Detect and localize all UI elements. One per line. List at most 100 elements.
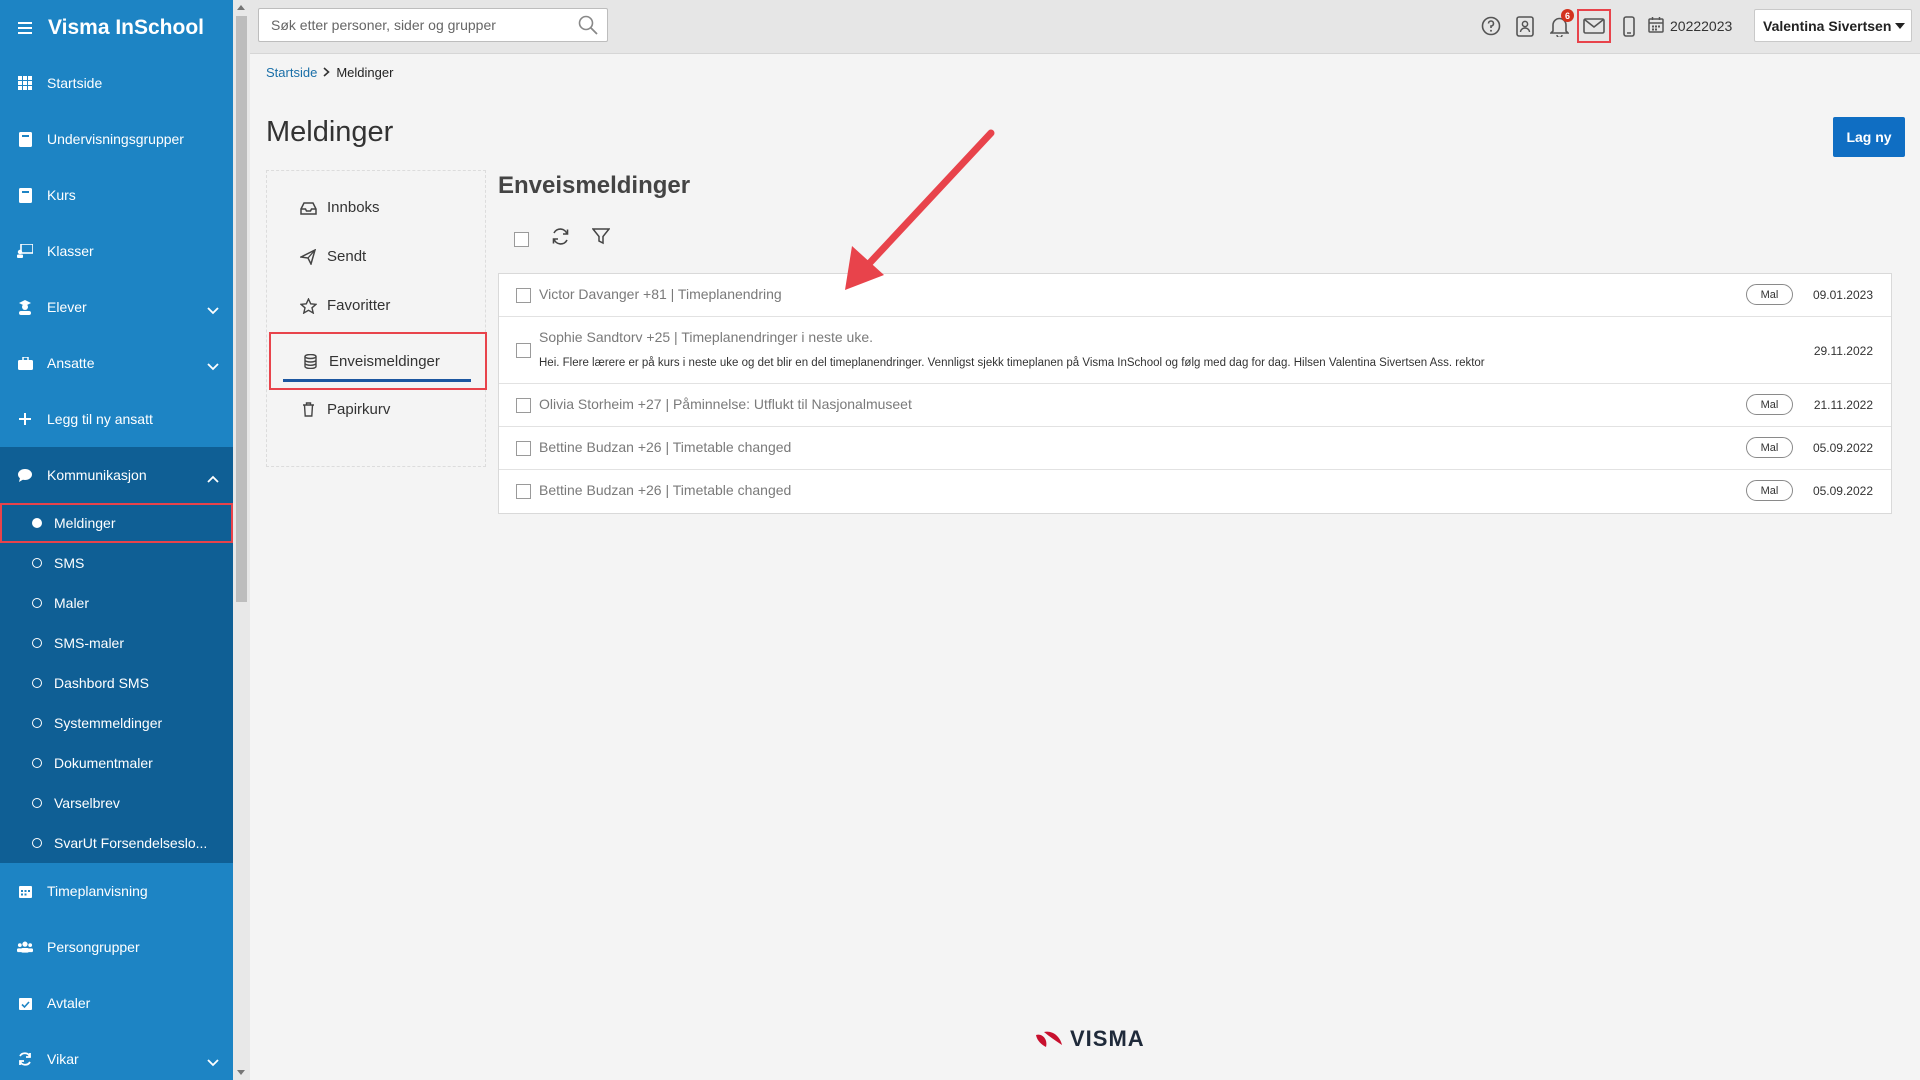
message-row[interactable]: Sophie Sandtorv +25 | Timeplanendringer … <box>499 317 1891 384</box>
select-all-checkbox[interactable] <box>514 231 529 247</box>
sidebar-subitem-label: Dokumentmaler <box>54 755 153 771</box>
sidebar-subitem-sms-maler[interactable]: SMS-maler <box>0 623 233 663</box>
sidebar-subitem-maler[interactable]: Maler <box>0 583 233 623</box>
sidebar-item-avtaler[interactable]: Avtaler <box>0 975 233 1031</box>
sidebar-item-kommunikasjon[interactable]: Kommunikasjon <box>0 447 233 503</box>
sidebar-item-klasser[interactable]: Klasser <box>0 223 233 279</box>
sidebar-item-kurs[interactable]: Kurs <box>0 167 233 223</box>
bell-icon[interactable]: 6 <box>1546 9 1574 39</box>
sidebar-item-label: Timeplanvisning <box>47 883 148 899</box>
sidebar-item-elever[interactable]: Elever <box>0 279 233 335</box>
chevron-down-icon[interactable] <box>207 302 219 318</box>
folder-sent[interactable]: Sendt <box>267 232 485 281</box>
circle-icon <box>32 838 42 848</box>
user-menu-button[interactable]: Valentina Sivertsen <box>1754 9 1912 42</box>
sidebar-subitem-varselbrev[interactable]: Varselbrev <box>0 783 233 823</box>
list-title: Enveismeldinger <box>498 172 691 199</box>
page-title: Meldinger <box>266 116 394 148</box>
mobile-icon[interactable] <box>1616 13 1642 39</box>
message-checkbox[interactable] <box>516 343 531 358</box>
filter-icon[interactable] <box>591 228 611 250</box>
search-icon[interactable] <box>578 15 598 40</box>
sidebar-subitem-dokumentmaler[interactable]: Dokumentmaler <box>0 743 233 783</box>
visma-swoosh-icon <box>1036 1031 1062 1047</box>
mail-icon[interactable] <box>1577 9 1611 43</box>
sidebar-subitem-label: SMS-maler <box>54 635 125 651</box>
book-icon <box>17 187 33 203</box>
sidebar-item-legg-til-ny-ansatt[interactable]: Legg til ny ansatt <box>0 391 233 447</box>
sidebar-item-persongrupper[interactable]: Persongrupper <box>0 919 233 975</box>
sidebar-scrollbar[interactable] <box>233 0 250 1080</box>
search-input[interactable] <box>259 9 559 41</box>
sidebar-item-label: Vikar <box>47 1051 79 1067</box>
list-toolbar <box>514 228 611 250</box>
sidebar-item-vikar[interactable]: Vikar <box>0 1031 233 1080</box>
folder-favorites[interactable]: Favoritter <box>267 281 485 330</box>
message-row[interactable]: Bettine Budzan +26 | Timetable changed M… <box>499 427 1891 470</box>
help-icon[interactable] <box>1478 13 1504 39</box>
chevron-down-icon[interactable] <box>207 1054 219 1070</box>
message-preview: Hei. Flere lærere er på kurs i neste uke… <box>539 357 1485 369</box>
scroll-up-icon[interactable] <box>237 5 245 10</box>
new-message-button[interactable]: Lag ny <box>1833 117 1905 157</box>
student-icon <box>17 299 33 315</box>
school-year-label: 20222023 <box>1670 18 1733 34</box>
sidebar-item-ansatte[interactable]: Ansatte <box>0 335 233 391</box>
folder-inbox[interactable]: Innboks <box>267 183 485 232</box>
message-row[interactable]: Bettine Budzan +26 | Timetable changed M… <box>499 470 1891 513</box>
chevron-down-icon[interactable] <box>207 358 219 374</box>
school-year-selector[interactable]: 20222023 <box>1648 16 1732 36</box>
folder-label: Papirkurv <box>327 401 391 418</box>
sidebar-item-label: Avtaler <box>47 995 91 1011</box>
message-row[interactable]: Victor Davanger +81 | Timeplanendring Ma… <box>499 274 1891 317</box>
sidebar-subitem-label: Maler <box>54 595 90 611</box>
message-list: Victor Davanger +81 | Timeplanendring Ma… <box>498 273 1892 514</box>
refresh-icon[interactable] <box>551 228 570 250</box>
sidebar-subitem-dashbord-sms[interactable]: Dashbord SMS <box>0 663 233 703</box>
sidebar-subitem-label: Meldinger <box>54 515 116 531</box>
app-title: Visma InSchool <box>48 15 204 39</box>
template-tag: Mal <box>1746 437 1793 458</box>
sidebar-item-label: Klasser <box>47 243 94 259</box>
circle-icon <box>32 798 42 808</box>
message-header: Olivia Storheim +27 | Påminnelse: Utfluk… <box>539 396 912 412</box>
breadcrumb-home-link[interactable]: Startside <box>266 65 317 80</box>
sidebar-item-label: Legg til ny ansatt <box>47 411 153 427</box>
active-dot-icon <box>32 518 42 528</box>
sidebar-subitem-meldinger[interactable]: Meldinger <box>0 503 233 543</box>
sidebar-item-label: Undervisningsgrupper <box>47 131 184 147</box>
sidebar-subitem-sms[interactable]: SMS <box>0 543 233 583</box>
book-icon <box>17 131 33 147</box>
sidebar-item-undervisningsgrupper[interactable]: Undervisningsgrupper <box>0 111 233 167</box>
database-icon <box>301 352 319 370</box>
contact-card-icon[interactable] <box>1512 13 1538 39</box>
sidebar-item-label: Elever <box>47 299 87 315</box>
menu-icon[interactable] <box>18 21 32 34</box>
sidebar-item-startside[interactable]: Startside <box>0 55 233 111</box>
sidebar-subitem-systemmeldinger[interactable]: Systemmeldinger <box>0 703 233 743</box>
scrollbar-thumb[interactable] <box>236 16 247 602</box>
message-date: 29.11.2022 <box>1813 344 1873 358</box>
sidebar-item-label: Ansatte <box>47 355 95 371</box>
circle-icon <box>32 638 42 648</box>
sidebar-item-timeplanvisning[interactable]: Timeplanvisning <box>0 863 233 919</box>
sidebar-subitem-svarut[interactable]: SvarUt Forsendelseslo... <box>0 823 233 863</box>
visma-logo: VISMA <box>1034 1026 1145 1052</box>
logo-text: VISMA <box>1070 1026 1145 1051</box>
calendar-check-icon <box>17 995 33 1011</box>
message-checkbox[interactable] <box>516 288 531 303</box>
circle-icon <box>32 558 42 568</box>
message-header: Victor Davanger +81 | Timeplanendring <box>539 286 782 302</box>
message-checkbox[interactable] <box>516 441 531 456</box>
message-checkbox[interactable] <box>516 398 531 413</box>
scroll-down-icon[interactable] <box>237 1070 245 1075</box>
breadcrumb: Startside Meldinger <box>266 65 393 80</box>
chevron-up-icon[interactable] <box>207 470 219 486</box>
calendar-icon <box>1648 16 1664 36</box>
template-tag: Mal <box>1746 394 1793 415</box>
folder-trash[interactable]: Papirkurv <box>267 385 485 434</box>
circle-icon <box>32 718 42 728</box>
folder-one-way[interactable]: Enveismeldinger <box>269 332 487 390</box>
message-checkbox[interactable] <box>516 484 531 499</box>
message-row[interactable]: Olivia Storheim +27 | Påminnelse: Utfluk… <box>499 384 1891 427</box>
